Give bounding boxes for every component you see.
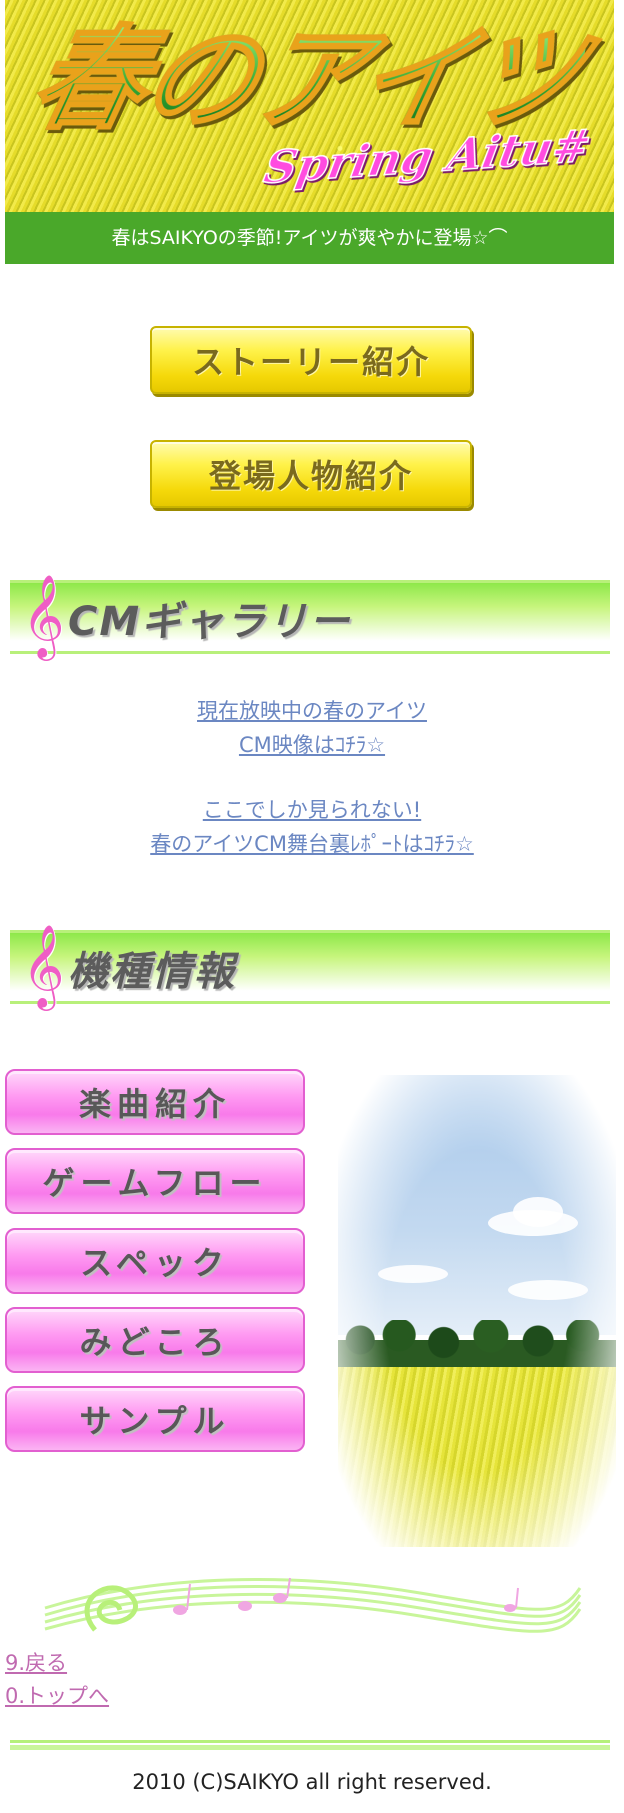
cloud (513, 1197, 563, 1227)
header-banner: 春のアイツ Spring Aitu# (5, 0, 614, 215)
menu-spec-button[interactable]: スペック (5, 1228, 305, 1294)
tagline: 春はSAIKYOの季節!アイツが爽やかに登場☆⌒ (5, 212, 614, 264)
logo-title: 春のアイツ (20, 13, 595, 147)
cm-report-link-line2[interactable]: 春のアイツCM舞台裏ﾚﾎﾟｰﾄはｺﾁﾗ☆ (0, 827, 624, 861)
top-link[interactable]: 0.トップへ (5, 1681, 109, 1711)
cm-report-link-line1[interactable]: ここでしか見られない! (0, 793, 624, 827)
machine-info-header: 𝄞 機種情報 (10, 923, 610, 1007)
cm-video-link-line1[interactable]: 現在放映中の春のアイツ (0, 694, 624, 728)
cm-gallery-header: 𝄞 CMギャラリー (10, 573, 610, 657)
cm-video-link-block: 現在放映中の春のアイツ CM映像はｺﾁﾗ☆ (0, 694, 624, 762)
cm-video-link-line2[interactable]: CM映像はｺﾁﾗ☆ (0, 728, 624, 762)
music-staff-icon (44, 1577, 582, 1633)
machine-info-title: 機種情報 (68, 949, 236, 995)
back-link[interactable]: 9.戻る (5, 1648, 67, 1678)
cm-report-link-block: ここでしか見られない! 春のアイツCM舞台裏ﾚﾎﾟｰﾄはｺﾁﾗ☆ (0, 793, 624, 861)
story-button[interactable]: ストーリー紹介 (150, 326, 472, 394)
treble-clef-icon: 𝄞 (22, 923, 65, 1007)
characters-button[interactable]: 登場人物紹介 (150, 440, 472, 508)
landscape-photo (338, 1075, 616, 1547)
menu-music-button[interactable]: 楽曲紹介 (5, 1069, 305, 1135)
cm-gallery-title: CMギャラリー (68, 599, 352, 645)
menu-game-flow-button[interactable]: ゲームフロー (5, 1148, 305, 1214)
photo-tree-line (338, 1320, 616, 1370)
menu-sample-button[interactable]: サンプル (5, 1386, 305, 1452)
cloud (508, 1280, 588, 1300)
photo-sky (338, 1075, 616, 1335)
cloud (378, 1265, 448, 1283)
photo-rape-field (338, 1367, 616, 1547)
footer-divider (10, 1740, 610, 1750)
menu-highlights-button[interactable]: みどころ (5, 1307, 305, 1373)
copyright: 2010 (C)SAIKYO all right reserved. (132, 1770, 492, 1794)
treble-clef-icon: 𝄞 (22, 573, 65, 657)
